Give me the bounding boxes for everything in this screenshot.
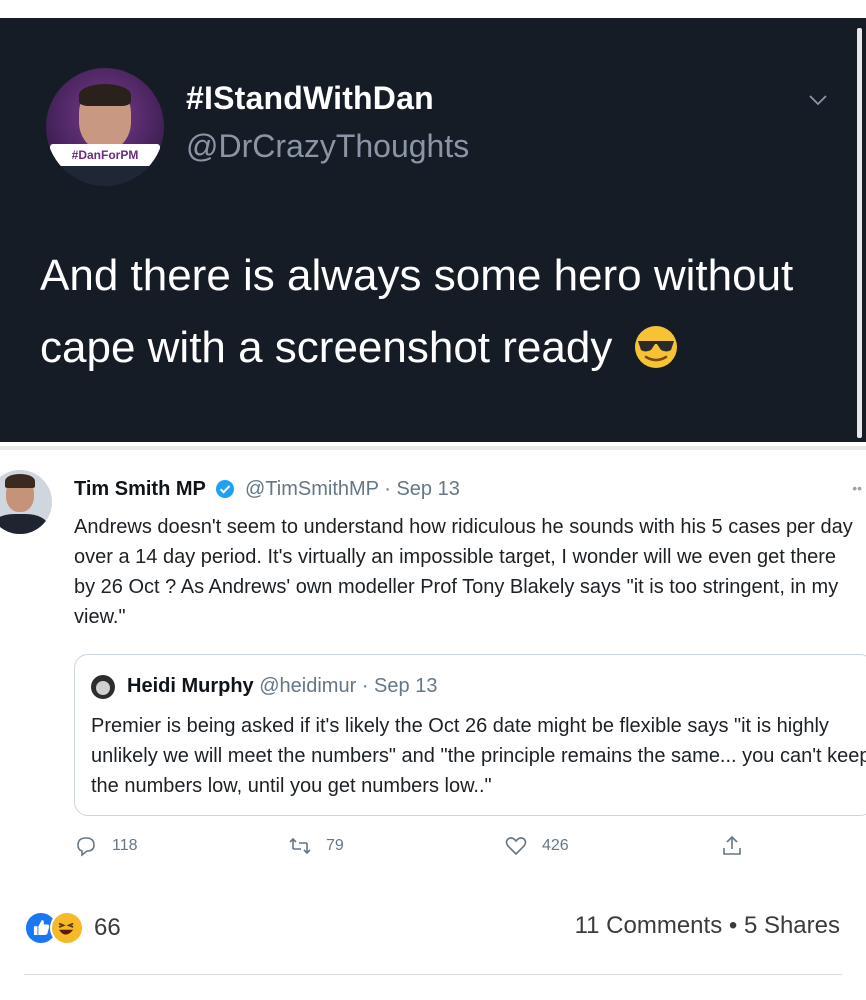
scrollbar[interactable] bbox=[857, 28, 862, 438]
retweet-button[interactable]: 79 bbox=[288, 834, 344, 858]
quote-separator: · bbox=[361, 675, 369, 697]
quote-body: Premier is being asked if it's likely th… bbox=[91, 715, 866, 797]
tweet-author-handle[interactable]: @TimSmithMP bbox=[245, 478, 379, 500]
quote-date[interactable]: Sep 13 bbox=[374, 675, 437, 697]
heart-icon bbox=[505, 837, 527, 856]
tweet-body: Andrews doesn't seem to understand how r… bbox=[74, 516, 853, 628]
tweet-header: Tim Smith MP @TimSmithMP · Sep 13 bbox=[74, 478, 460, 501]
tweet-author-name[interactable]: Tim Smith MP bbox=[74, 478, 206, 500]
more-icon[interactable]: •• bbox=[852, 480, 862, 496]
user-avatar[interactable]: #DanForPM bbox=[46, 68, 164, 186]
share-icon bbox=[723, 835, 741, 855]
reaction-count: 66 bbox=[94, 914, 121, 941]
quote-avatar-face bbox=[96, 681, 110, 695]
stats-separator: • bbox=[728, 912, 738, 939]
comments-link[interactable]: 11 Comments bbox=[575, 912, 723, 939]
shares-link[interactable]: 5 Shares bbox=[744, 912, 840, 939]
dark-tweet-card: #DanForPM #IStandWithDan @DrCrazyThought… bbox=[0, 18, 866, 442]
quote-author-handle[interactable]: @heidimur bbox=[259, 675, 356, 697]
like-count: 426 bbox=[542, 837, 569, 854]
reply-button[interactable]: 118 bbox=[74, 834, 138, 858]
avatar-hair bbox=[79, 84, 131, 106]
sunglasses-emoji-icon bbox=[634, 326, 677, 368]
reply-count: 118 bbox=[112, 837, 138, 854]
tim-avatar[interactable] bbox=[0, 470, 52, 534]
embedded-tweet: Tim Smith MP @TimSmithMP · Sep 13 •• And… bbox=[0, 446, 866, 878]
quote-author-name[interactable]: Heidi Murphy bbox=[127, 675, 254, 697]
tim-avatar-suit bbox=[0, 514, 48, 534]
share-button[interactable] bbox=[720, 834, 758, 858]
like-button[interactable]: 426 bbox=[504, 834, 569, 858]
haha-reaction-icon bbox=[50, 911, 84, 945]
retweet-icon bbox=[289, 837, 311, 855]
reply-icon bbox=[77, 837, 95, 857]
retweet-count: 79 bbox=[326, 837, 344, 854]
tweet-text: And there is always some hero without ca… bbox=[40, 240, 830, 384]
display-name[interactable]: #IStandWithDan bbox=[186, 80, 434, 117]
quoted-tweet[interactable]: Heidi Murphy @heidimur · Sep 13 Premier … bbox=[74, 654, 866, 816]
laughing-face-icon bbox=[58, 922, 74, 935]
divider bbox=[24, 974, 842, 975]
reactions-summary[interactable]: 66 bbox=[24, 908, 121, 948]
avatar-tag: #DanForPM bbox=[50, 144, 160, 166]
post-stats: 11 Comments • 5 Shares bbox=[575, 912, 840, 940]
user-handle[interactable]: @DrCrazyThoughts bbox=[186, 128, 469, 165]
quote-avatar[interactable] bbox=[91, 675, 115, 699]
tweet-separator: · bbox=[384, 478, 391, 500]
tweet-actions: 118 79 426 bbox=[74, 834, 774, 864]
tweet-date[interactable]: Sep 13 bbox=[396, 478, 459, 500]
verified-badge-icon bbox=[216, 480, 235, 498]
chevron-down-icon[interactable] bbox=[806, 88, 830, 112]
quote-header: Heidi Murphy @heidimur · Sep 13 bbox=[127, 675, 437, 698]
tweet-text-content: And there is always some hero without ca… bbox=[40, 251, 794, 372]
tim-avatar-hair bbox=[5, 474, 35, 488]
